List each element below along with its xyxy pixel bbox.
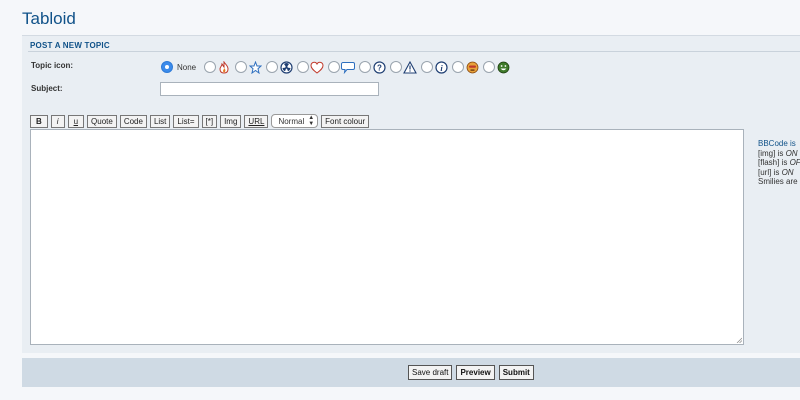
topic-icon-radio[interactable] <box>266 61 279 73</box>
smilies-status: Smilies are <box>758 177 798 186</box>
flash-status-prefix: [flash] is <box>758 158 790 167</box>
radioactive-icon <box>279 60 293 74</box>
topic-icon-option-grin[interactable] <box>483 60 510 74</box>
topic-icon-label: Topic icon: <box>31 61 74 70</box>
topic-icon-option-info[interactable]: i <box>421 60 448 74</box>
topic-icon-radio[interactable] <box>483 61 496 73</box>
preview-button[interactable]: Preview <box>456 365 495 380</box>
subject-label: Subject: <box>31 84 63 93</box>
font-size-select[interactable]: Normal ▲ ▼ <box>271 114 319 128</box>
url-status-state: ON <box>781 167 794 177</box>
save-draft-button[interactable]: Save draft <box>408 365 453 380</box>
bbcode-status-link[interactable]: BBCode is <box>758 139 796 148</box>
topic-icon-options: None ? i <box>161 59 514 75</box>
quote-button[interactable]: Quote <box>87 114 117 128</box>
topic-icon-radio[interactable] <box>328 61 341 73</box>
topic-icon-radio[interactable] <box>204 61 217 73</box>
code-button[interactable]: Code <box>119 114 147 128</box>
topic-icon-option-none[interactable]: None <box>161 61 200 73</box>
resize-grip-icon[interactable] <box>736 337 742 343</box>
img-status-prefix: [img] is <box>758 148 786 158</box>
panel-divider <box>28 51 800 52</box>
img-button[interactable]: Img <box>220 114 242 128</box>
topic-icon-radio[interactable] <box>359 61 372 73</box>
star-icon <box>248 60 262 74</box>
font-size-value: Normal <box>278 116 305 126</box>
flash-status-state: OF <box>789 158 800 167</box>
url-button[interactable]: URL <box>244 114 269 128</box>
warning-icon <box>403 60 418 74</box>
topic-icon-radio-none[interactable] <box>161 61 173 73</box>
grin-face-icon <box>496 60 510 74</box>
img-status-state: ON <box>785 148 798 158</box>
underline-button[interactable]: u <box>67 114 85 128</box>
font-colour-button[interactable]: Font colour <box>321 114 370 128</box>
ordered-list-button[interactable]: List= <box>173 114 199 128</box>
list-item-button[interactable]: [*] <box>201 114 218 128</box>
select-arrows-icon: ▲ ▼ <box>308 115 315 127</box>
info-icon: i <box>434 60 448 74</box>
topic-icon-none-label: None <box>177 62 197 72</box>
subject-input[interactable] <box>160 82 379 96</box>
forum-title: Tabloid <box>22 9 76 28</box>
italic-button[interactable]: i <box>50 114 65 128</box>
flame-icon <box>217 60 231 74</box>
question-icon: ? <box>372 60 386 74</box>
topic-icon-option-radioactive[interactable] <box>266 60 293 74</box>
topic-icon-option-warning[interactable] <box>390 60 418 74</box>
bbcode-status: BBCode is [img] is ON [flash] is OF [url… <box>758 139 800 187</box>
message-textarea[interactable] <box>30 129 744 345</box>
bold-button[interactable]: B <box>30 114 48 128</box>
topic-icon-option-flame[interactable] <box>204 60 231 74</box>
submit-button[interactable]: Submit <box>498 365 534 380</box>
url-status-prefix: [url] is <box>758 167 782 177</box>
topic-icon-radio[interactable] <box>297 61 310 73</box>
form-actions: Save draft Preview Submit <box>408 365 538 380</box>
topic-icon-option-speech[interactable] <box>328 60 356 74</box>
topic-icon-radio[interactable] <box>421 61 434 73</box>
topic-icon-radio[interactable] <box>390 61 403 73</box>
bbcode-toolbar: B i u Quote Code List List= [*] Img URL … <box>30 114 372 128</box>
heart-icon <box>310 60 324 74</box>
topic-icon-option-mad[interactable] <box>452 60 479 74</box>
speech-bubble-icon <box>341 60 356 74</box>
list-button[interactable]: List <box>149 114 171 128</box>
topic-icon-radio[interactable] <box>452 61 465 73</box>
topic-icon-option-star[interactable] <box>235 60 262 74</box>
panel-heading: POST A NEW TOPIC <box>30 41 110 50</box>
topic-icon-option-question[interactable]: ? <box>359 60 386 74</box>
topic-icon-option-heart[interactable] <box>297 60 324 74</box>
topic-icon-radio[interactable] <box>235 61 248 73</box>
svg-text:?: ? <box>377 63 382 72</box>
mad-face-icon <box>465 60 479 74</box>
